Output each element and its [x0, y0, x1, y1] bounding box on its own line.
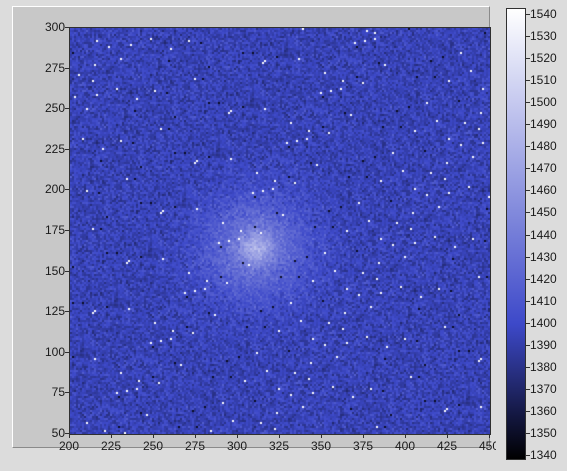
- intensity-image[interactable]: [70, 28, 490, 434]
- y-tick-mark: [65, 108, 69, 110]
- x-tick-mark: [321, 434, 322, 438]
- x-tick-label: 275: [184, 439, 206, 453]
- color-scale-tick-label: 1390: [530, 337, 557, 352]
- y-tick-label: 100: [44, 344, 65, 359]
- y-tick-label: 150: [44, 263, 65, 278]
- color-scale-tick-label: 1430: [530, 249, 557, 264]
- y-tick-label: 275: [44, 60, 65, 75]
- color-scale-tick-label: 1370: [530, 381, 557, 396]
- y-tick-label: 50: [51, 426, 65, 440]
- color-scale-tick-label: 1490: [530, 117, 557, 132]
- x-tick-mark: [447, 434, 448, 438]
- color-scale-tick-label: 1340: [530, 448, 557, 462]
- color-scale-tick-label: 1540: [530, 7, 557, 21]
- x-tick-label: 325: [268, 439, 290, 453]
- color-scale-tick-label: 1440: [530, 227, 557, 242]
- x-tick-label: 375: [352, 439, 374, 453]
- color-scale-tick-label: 1500: [530, 95, 557, 110]
- color-ramp-bar[interactable]: [506, 8, 526, 460]
- y-tick-mark: [65, 189, 69, 191]
- y-tick-mark: [65, 392, 69, 394]
- x-tick-label: 250: [142, 439, 164, 453]
- x-tick-label: 225: [100, 439, 122, 453]
- x-tick-label: 300: [226, 439, 248, 453]
- color-scale-tick-label: 1420: [530, 271, 557, 286]
- y-tick-label: 225: [44, 141, 65, 156]
- color-scale-tick-label: 1510: [530, 73, 557, 88]
- y-tick-label: 175: [44, 223, 65, 237]
- color-scale-tick-label: 1450: [530, 205, 557, 220]
- x-tick-mark: [69, 434, 70, 438]
- color-scale-tick-label: 1460: [530, 183, 557, 198]
- y-tick-label: 300: [44, 20, 65, 34]
- x-tick-mark: [405, 434, 406, 438]
- y-tick-mark: [65, 311, 69, 313]
- x-tick-mark: [363, 434, 364, 438]
- color-scale-tick-label: 1410: [530, 293, 557, 308]
- x-tick-mark: [195, 434, 196, 438]
- color-scale-tick-label: 1480: [530, 139, 557, 154]
- y-tick-mark: [65, 148, 69, 150]
- color-scale-tick-label: 1520: [530, 51, 557, 66]
- color-scale-tick-label: 1470: [530, 161, 557, 176]
- x-tick-mark: [279, 434, 280, 438]
- color-scale-tick-label: 1400: [530, 315, 557, 330]
- x-tick-label: 400: [394, 439, 416, 453]
- x-tick-mark: [237, 434, 238, 438]
- color-scale-tick-label: 1530: [530, 29, 557, 44]
- color-scale-panel: 1540 1530 1520 1510 1500 1490 1480 1470 1460 1450…: [496, 0, 567, 471]
- x-tick-mark: [489, 434, 490, 438]
- x-tick-label: 200: [58, 439, 80, 453]
- y-tick-label: 200: [44, 182, 65, 197]
- color-scale-tick-label: 1350: [530, 425, 557, 440]
- intensity-graph-plot-area[interactable]: [69, 27, 491, 435]
- y-tick-mark: [65, 270, 69, 272]
- y-tick-label: 75: [51, 385, 65, 400]
- y-tick-mark: [65, 351, 69, 353]
- color-scale-tick-label: 1360: [530, 403, 557, 418]
- image-display-panel: 300 275 250 225 200 175 150 125 100 75 50 200 225 250…: [0, 0, 499, 471]
- color-scale-tick-label: 1380: [530, 359, 557, 374]
- x-tick-label: 350: [310, 439, 332, 453]
- y-tick-label: 250: [44, 101, 65, 116]
- x-tick-mark: [153, 434, 154, 438]
- y-tick-mark: [65, 27, 69, 28]
- intensity-graph-frame: 300 275 250 225 200 175 150 125 100 75 50 200 225 250…: [12, 6, 499, 453]
- y-tick-mark: [65, 230, 69, 231]
- y-tick-mark: [65, 67, 69, 69]
- y-tick-label: 125: [44, 304, 65, 319]
- x-tick-label: 425: [436, 439, 458, 453]
- x-tick-mark: [111, 434, 112, 438]
